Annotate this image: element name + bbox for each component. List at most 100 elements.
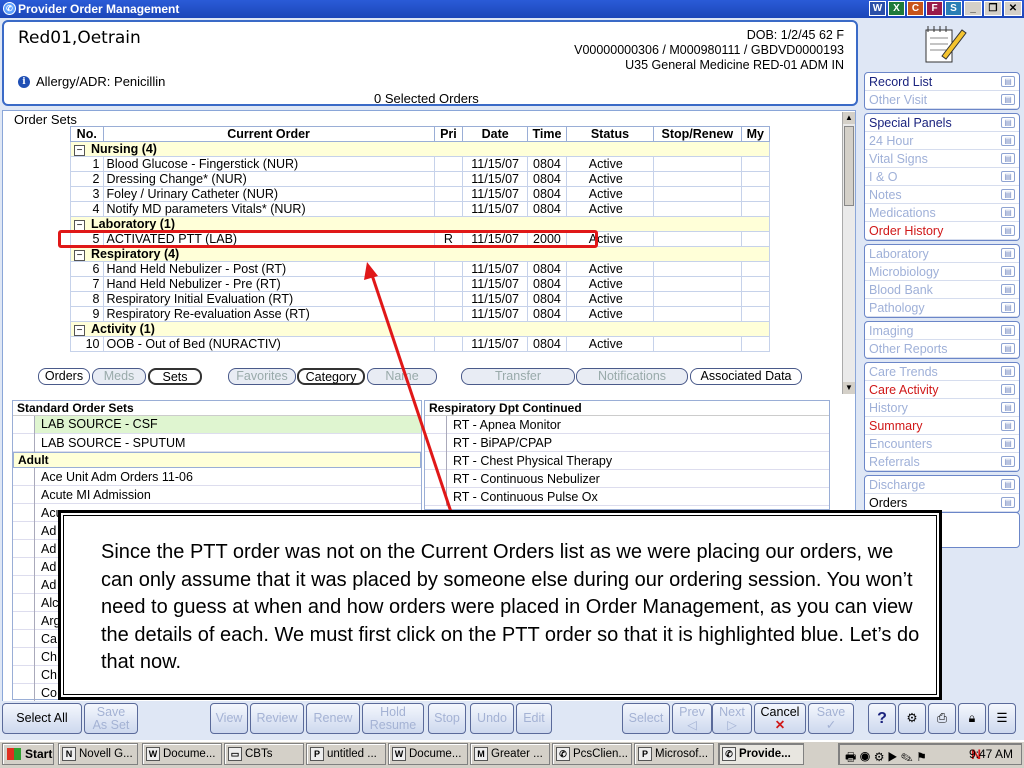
tab-meds[interactable]: Meds bbox=[92, 368, 146, 385]
table-row[interactable]: 6 Hand Held Nebulizer - Post (RT) 11/15/07… bbox=[70, 261, 770, 277]
col-header[interactable]: Time bbox=[527, 126, 567, 142]
tab-category[interactable]: Category bbox=[297, 368, 365, 385]
sidebar-item-imaging[interactable]: Imaging ▤ bbox=[865, 322, 1019, 340]
tab-sets[interactable]: Sets bbox=[148, 368, 202, 385]
sidebar-item-order-history[interactable]: Order History ▤ bbox=[865, 222, 1019, 240]
tab-name[interactable]: Name bbox=[367, 368, 437, 385]
close-icon[interactable]: ✕ bbox=[1004, 1, 1022, 16]
sidebar-item-care-trends[interactable]: Care Trends ▤ bbox=[865, 363, 1019, 381]
table-row[interactable]: 7 Hand Held Nebulizer - Pre (RT) 11/15/07 0… bbox=[70, 276, 770, 292]
word-icon[interactable]: W bbox=[869, 1, 886, 16]
sidebar-item-notes[interactable]: Notes ▤ bbox=[865, 186, 1019, 204]
checkbox[interactable] bbox=[425, 487, 447, 506]
list-item[interactable]: LAB SOURCE - CSF bbox=[13, 415, 421, 434]
table-row[interactable]: 8 Respiratory Initial Evaluation (RT) 11/1… bbox=[70, 291, 770, 307]
sidebar-item-blood-bank[interactable]: Blood Bank ▤ bbox=[865, 281, 1019, 299]
help-button[interactable]: ? bbox=[868, 703, 896, 734]
list-item[interactable]: Ace Unit Adm Orders 11-06 bbox=[13, 467, 421, 486]
checkbox[interactable] bbox=[425, 451, 447, 470]
checkbox[interactable] bbox=[13, 665, 35, 684]
taskbar-item[interactable]: W Docume... bbox=[388, 743, 468, 765]
col-header[interactable]: Date bbox=[462, 126, 529, 142]
prev-button[interactable]: Prev ◁ bbox=[672, 703, 712, 734]
list-item[interactable]: RT - Chest Physical Therapy bbox=[425, 451, 829, 470]
checkbox[interactable] bbox=[425, 415, 447, 434]
lock-button[interactable]: 🔒︎ bbox=[958, 703, 986, 734]
group-row[interactable]: − Nursing (4) bbox=[70, 141, 770, 157]
table-row[interactable]: 1 Blood Glucose - Fingerstick (NUR) 11/15/… bbox=[70, 156, 770, 172]
col-header[interactable]: My bbox=[740, 126, 770, 142]
taskbar-item[interactable]: ✆ Provide... bbox=[718, 743, 804, 765]
collapse-icon[interactable]: − bbox=[74, 250, 85, 261]
table-row[interactable]: 9 Respiratory Re-evaluation Asse (RT) 11/1… bbox=[70, 306, 770, 322]
sidebar-item-i-o[interactable]: I & O ▤ bbox=[865, 168, 1019, 186]
save-button[interactable]: Save ✓ bbox=[808, 703, 854, 734]
checkbox[interactable] bbox=[13, 521, 35, 540]
powerpoint-icon[interactable]: C bbox=[907, 1, 924, 16]
sidebar-item-other-visit[interactable]: Other Visit ▤ bbox=[865, 91, 1019, 109]
table-row[interactable]: 3 Foley / Urinary Catheter (NUR) 11/15/07 0… bbox=[70, 186, 770, 202]
associated-data-button[interactable]: Associated Data bbox=[690, 368, 802, 385]
restore-icon[interactable]: ❐ bbox=[984, 1, 1002, 16]
list-item[interactable]: LAB SOURCE - SPUTUM bbox=[13, 433, 421, 452]
checkbox[interactable] bbox=[13, 433, 35, 452]
sidebar-item-encounters[interactable]: Encounters ▤ bbox=[865, 435, 1019, 453]
sidebar-item-special-panels[interactable]: Special Panels ▤ bbox=[865, 114, 1019, 132]
list-item[interactable]: Acute MI Admission bbox=[13, 485, 421, 504]
cancel-button[interactable]: Cancel ✕ bbox=[754, 703, 806, 734]
network-icon[interactable]: S bbox=[945, 1, 962, 16]
save-as-set-button[interactable]: Save As Set bbox=[84, 703, 138, 734]
sidebar-item-microbiology[interactable]: Microbiology ▤ bbox=[865, 263, 1019, 281]
table-row[interactable]: 2 Dressing Change* (NUR) 11/15/07 0804 Activ… bbox=[70, 171, 770, 187]
taskbar-item[interactable]: P Microsof... bbox=[634, 743, 714, 765]
sidebar-item-pathology[interactable]: Pathology ▤ bbox=[865, 299, 1019, 317]
checkbox[interactable] bbox=[13, 485, 35, 504]
taskbar-item[interactable]: ▭ CBTs bbox=[224, 743, 304, 765]
sidebar-item-24-hour[interactable]: 24 Hour ▤ bbox=[865, 132, 1019, 150]
taskbar-item[interactable]: M Greater ... bbox=[470, 743, 550, 765]
checkbox[interactable] bbox=[13, 539, 35, 558]
checkbox[interactable] bbox=[425, 469, 447, 488]
list-item[interactable]: RT - Continuous Nebulizer bbox=[425, 469, 829, 488]
sidebar-item-discharge[interactable]: Discharge ▤ bbox=[865, 476, 1019, 494]
col-header[interactable]: No. bbox=[70, 126, 104, 142]
notifications-button[interactable]: Notifications bbox=[576, 368, 688, 385]
taskbar-item[interactable]: N Novell G... bbox=[58, 743, 138, 765]
access-icon[interactable]: F bbox=[926, 1, 943, 16]
notes-button[interactable]: ☰ bbox=[988, 703, 1016, 734]
checkbox[interactable] bbox=[13, 415, 35, 434]
stop-button[interactable]: Stop bbox=[428, 703, 466, 734]
review-button[interactable]: Review bbox=[250, 703, 304, 734]
checkbox[interactable] bbox=[13, 683, 35, 702]
edit-button[interactable]: Edit bbox=[516, 703, 552, 734]
scroll-up-icon[interactable]: ▲ bbox=[843, 112, 855, 124]
renew-button[interactable]: Renew bbox=[306, 703, 360, 734]
collapse-icon[interactable]: − bbox=[74, 145, 85, 156]
list-item[interactable]: RT - Apnea Monitor bbox=[425, 415, 829, 434]
view-button[interactable]: View bbox=[210, 703, 248, 734]
checkbox[interactable] bbox=[13, 467, 35, 486]
checkbox[interactable] bbox=[13, 611, 35, 630]
sidebar-item-record-list[interactable]: Record List ▤ bbox=[865, 73, 1019, 91]
table-row[interactable]: 10 OOB - Out of Bed (NURACTIV) 11/15/07 080… bbox=[70, 336, 770, 352]
table-row[interactable]: 4 Notify MD parameters Vitals* (NUR) 11/15… bbox=[70, 201, 770, 217]
tools-button[interactable]: ⚙ bbox=[898, 703, 926, 734]
tab-orders[interactable]: Orders bbox=[38, 368, 90, 385]
list-item[interactable]: RT - BiPAP/CPAP bbox=[425, 433, 829, 452]
sidebar-item-medications[interactable]: Medications ▤ bbox=[865, 204, 1019, 222]
start-button[interactable]: Start bbox=[2, 743, 54, 765]
checkbox[interactable] bbox=[425, 433, 447, 452]
checkbox[interactable] bbox=[13, 503, 35, 522]
taskbar-item[interactable]: Puntitled ... bbox=[306, 743, 386, 765]
sidebar-item-history[interactable]: History ▤ bbox=[865, 399, 1019, 417]
sidebar-item-referrals[interactable]: Referrals ▤ bbox=[865, 453, 1019, 471]
col-header[interactable]: Current Order bbox=[102, 126, 435, 142]
next-button[interactable]: Next ▷ bbox=[712, 703, 752, 734]
collapse-icon[interactable]: − bbox=[74, 325, 85, 336]
hold-resume-button[interactable]: Hold Resume bbox=[362, 703, 424, 734]
order-scrollbar[interactable]: ▲ ▼ bbox=[842, 112, 855, 394]
print-button[interactable]: ⎙ bbox=[928, 703, 956, 734]
taskbar-item[interactable]: W Docume... bbox=[142, 743, 222, 765]
col-header[interactable]: Stop/Renew bbox=[653, 126, 742, 142]
checkbox[interactable] bbox=[13, 557, 35, 576]
